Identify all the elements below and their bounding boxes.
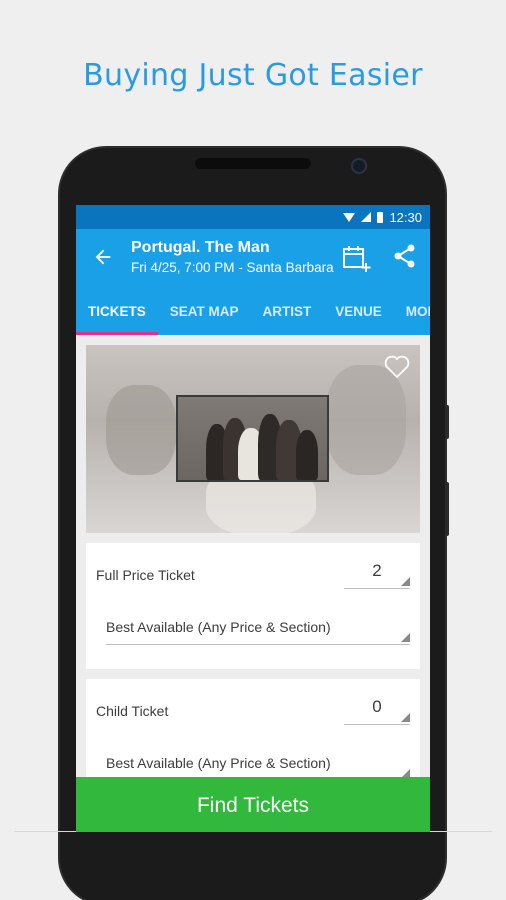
headline: Buying Just Got Easier xyxy=(83,58,423,93)
ticket-quantity-select[interactable]: 0 xyxy=(344,695,410,725)
ticket-card: Full Price Ticket 2 Best Available (Any … xyxy=(86,543,420,669)
app-bar: Portugal. The Man Fri 4/25, 7:00 PM - Sa… xyxy=(76,229,430,289)
tab-seat-map[interactable]: SEAT MAP xyxy=(158,289,251,335)
signal-icon xyxy=(361,212,372,222)
dropdown-arrow-icon xyxy=(401,577,410,586)
phone-side-button xyxy=(445,482,449,536)
banner-blur xyxy=(326,365,406,475)
tab-venue[interactable]: VENUE xyxy=(323,289,394,335)
wifi-icon xyxy=(343,212,356,222)
phone-side-button xyxy=(445,405,449,439)
ticket-quantity-select[interactable]: 2 xyxy=(344,559,410,589)
ticket-type-label: Child Ticket xyxy=(96,703,169,719)
quantity-value: 2 xyxy=(372,561,382,580)
tab-bar: TICKETS SEAT MAP ARTIST VENUE MOBI xyxy=(76,289,430,335)
status-bar: 12:30 xyxy=(76,205,430,229)
content: Full Price Ticket 2 Best Available (Any … xyxy=(76,335,430,805)
share-icon[interactable] xyxy=(393,243,417,269)
ticket-type-label: Full Price Ticket xyxy=(96,567,195,583)
event-subtitle: Fri 4/25, 7:00 PM - Santa Barbara xyxy=(131,260,334,275)
section-value: Best Available (Any Price & Section) xyxy=(106,755,331,771)
banner-blur xyxy=(106,385,176,475)
tab-artist[interactable]: ARTIST xyxy=(251,289,324,335)
phone-speaker xyxy=(195,158,311,169)
quantity-value: 0 xyxy=(372,697,382,716)
tab-tickets[interactable]: TICKETS xyxy=(76,289,158,335)
favorite-heart-icon[interactable] xyxy=(384,355,410,379)
back-arrow-icon[interactable] xyxy=(92,246,114,268)
status-time: 12:30 xyxy=(389,209,422,225)
section-value: Best Available (Any Price & Section) xyxy=(106,619,331,635)
dropdown-arrow-icon xyxy=(401,633,410,642)
tab-mobile[interactable]: MOBI xyxy=(394,289,430,335)
add-to-calendar-icon[interactable] xyxy=(341,243,371,273)
find-tickets-button[interactable]: Find Tickets xyxy=(76,777,430,832)
battery-icon xyxy=(377,211,384,223)
dropdown-arrow-icon xyxy=(401,713,410,722)
section-select[interactable]: Best Available (Any Price & Section) xyxy=(106,619,410,645)
artist-photo xyxy=(176,395,329,482)
phone-screen: 12:30 Portugal. The Man Fri 4/25, 7:00 P… xyxy=(76,205,430,832)
phone-camera xyxy=(351,158,367,174)
artist-banner xyxy=(86,345,420,533)
event-title: Portugal. The Man xyxy=(131,239,270,256)
